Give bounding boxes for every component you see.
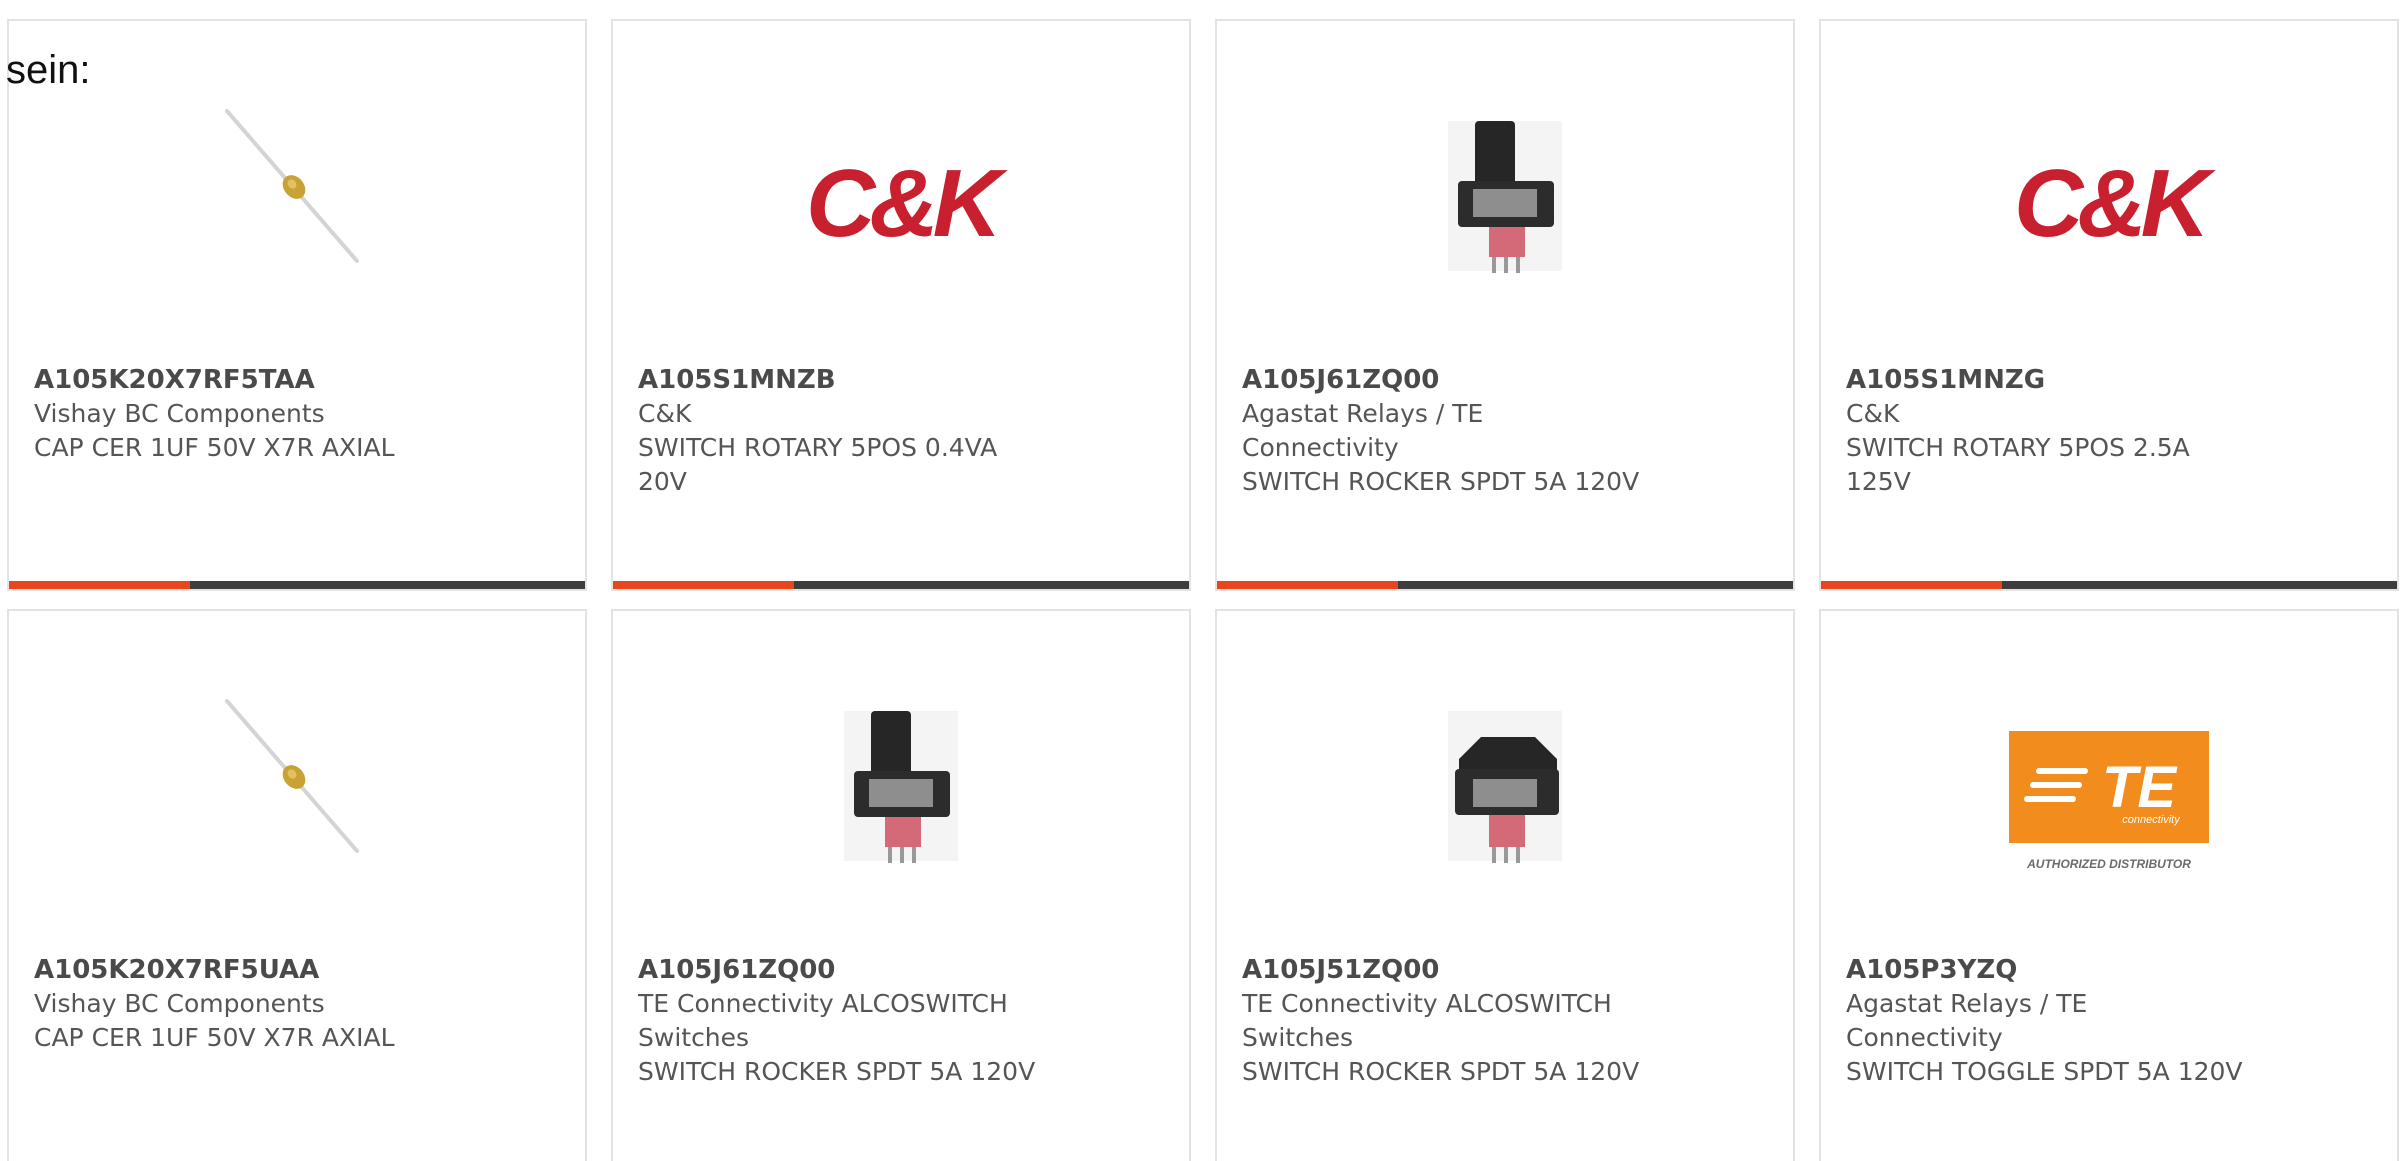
page: sein: A105K20X7RF5TAA Vishay BC Componen…	[0, 0, 2400, 1161]
product-image[interactable]	[9, 671, 585, 911]
product-image[interactable]: TE connectivity AUTHORIZED DISTRIBUTOR	[1821, 671, 2397, 911]
product-info: A105P3YZQ Agastat Relays / TE Connectivi…	[1846, 953, 2247, 1089]
description: CAP CER 1UF 50V X7R AXIAL	[34, 433, 395, 462]
description: SWITCH ROCKER SPDT 5A 120V	[1242, 1057, 1640, 1086]
description: SWITCH ROCKER SPDT 5A 120V	[1242, 467, 1640, 496]
axial-capacitor-icon	[225, 109, 359, 263]
description: SWITCH ROTARY 5POS 2.5A 125V	[1846, 433, 2190, 496]
manufacturer: TE Connectivity ALCOSWITCH Switches	[1242, 989, 1612, 1052]
part-number[interactable]: A105K20X7RF5TAA	[34, 363, 435, 397]
product-info: A105J51ZQ00 TE Connectivity ALCOSWITCH S…	[1242, 953, 1643, 1089]
product-info: A105S1MNZG C&K SWITCH ROTARY 5POS 2.5A 1…	[1846, 363, 2247, 499]
rocker-switch-icon	[1448, 711, 1562, 863]
part-number[interactable]: A105J51ZQ00	[1242, 953, 1643, 987]
card-bar	[613, 581, 1189, 589]
card-bar-accent	[613, 581, 795, 589]
product-card[interactable]: C&K A105S1MNZG C&K SWITCH ROTARY 5POS 2.…	[1819, 19, 2399, 591]
product-info: A105S1MNZB C&K SWITCH ROTARY 5POS 0.4VA …	[638, 363, 1039, 499]
product-card[interactable]: A105K20X7RF5UAA Vishay BC Components CAP…	[7, 609, 587, 1161]
te-logo-text: TE	[2102, 755, 2178, 820]
manufacturer: Vishay BC Components	[34, 989, 325, 1018]
intro-text: sein:	[6, 48, 91, 92]
card-bar-accent	[1217, 581, 1399, 589]
product-image[interactable]	[1217, 671, 1793, 911]
product-info: A105K20X7RF5TAA Vishay BC Components CAP…	[34, 363, 435, 465]
card-bar-accent	[1821, 581, 2003, 589]
manufacturer: C&K	[1846, 399, 1900, 428]
part-number[interactable]: A105S1MNZG	[1846, 363, 2247, 397]
te-logo-caption: AUTHORIZED DISTRIBUTOR	[2026, 857, 2191, 871]
card-bar	[1217, 581, 1793, 589]
axial-capacitor-icon	[225, 699, 359, 853]
manufacturer: Agastat Relays / TE Connectivity	[1242, 399, 1484, 462]
description: CAP CER 1UF 50V X7R AXIAL	[34, 1023, 395, 1052]
te-logo-subtext: connectivity	[2122, 814, 2181, 826]
card-bar	[1821, 581, 2397, 589]
product-image[interactable]: C&K	[613, 81, 1189, 321]
rocker-switch-icon	[844, 711, 958, 863]
card-bar	[9, 581, 585, 589]
product-card[interactable]: TE connectivity AUTHORIZED DISTRIBUTOR A…	[1819, 609, 2399, 1161]
card-bar-accent	[9, 581, 191, 589]
rocker-switch-icon	[1448, 121, 1562, 273]
product-info: A105J61ZQ00 TE Connectivity ALCOSWITCH S…	[638, 953, 1039, 1089]
part-number[interactable]: A105J61ZQ00	[1242, 363, 1643, 397]
part-number[interactable]: A105K20X7RF5UAA	[34, 953, 435, 987]
product-image[interactable]	[9, 81, 585, 321]
part-number[interactable]: A105P3YZQ	[1846, 953, 2247, 987]
description: SWITCH TOGGLE SPDT 5A 120V	[1846, 1057, 2243, 1086]
part-number[interactable]: A105S1MNZB	[638, 363, 1039, 397]
product-grid: A105K20X7RF5TAA Vishay BC Components CAP…	[7, 19, 2399, 1161]
product-card[interactable]: C&K A105S1MNZB C&K SWITCH ROTARY 5POS 0.…	[611, 19, 1191, 591]
product-card[interactable]: A105J61ZQ00 Agastat Relays / TE Connecti…	[1215, 19, 1795, 591]
te-logo-icon: TE connectivity AUTHORIZED DISTRIBUTOR	[2009, 731, 2209, 871]
ck-logo-text: C&K	[2014, 150, 2217, 257]
ck-logo-icon: C&K	[2014, 150, 2223, 257]
product-image[interactable]: C&K	[1821, 81, 2397, 321]
product-card[interactable]: A105J61ZQ00 TE Connectivity ALCOSWITCH S…	[611, 609, 1191, 1161]
product-card[interactable]: A105J51ZQ00 TE Connectivity ALCOSWITCH S…	[1215, 609, 1795, 1161]
ck-logo-icon: C&K	[806, 150, 1015, 257]
product-image[interactable]	[613, 671, 1189, 911]
product-info: A105K20X7RF5UAA Vishay BC Components CAP…	[34, 953, 435, 1055]
manufacturer: C&K	[638, 399, 692, 428]
part-number[interactable]: A105J61ZQ00	[638, 953, 1039, 987]
product-info: A105J61ZQ00 Agastat Relays / TE Connecti…	[1242, 363, 1643, 499]
manufacturer: Agastat Relays / TE Connectivity	[1846, 989, 2088, 1052]
product-card[interactable]: A105K20X7RF5TAA Vishay BC Components CAP…	[7, 19, 587, 591]
ck-logo-text: C&K	[806, 150, 1009, 257]
product-image[interactable]	[1217, 81, 1793, 321]
manufacturer: Vishay BC Components	[34, 399, 325, 428]
description: SWITCH ROCKER SPDT 5A 120V	[638, 1057, 1036, 1086]
manufacturer: TE Connectivity ALCOSWITCH Switches	[638, 989, 1008, 1052]
description: SWITCH ROTARY 5POS 0.4VA 20V	[638, 433, 998, 496]
